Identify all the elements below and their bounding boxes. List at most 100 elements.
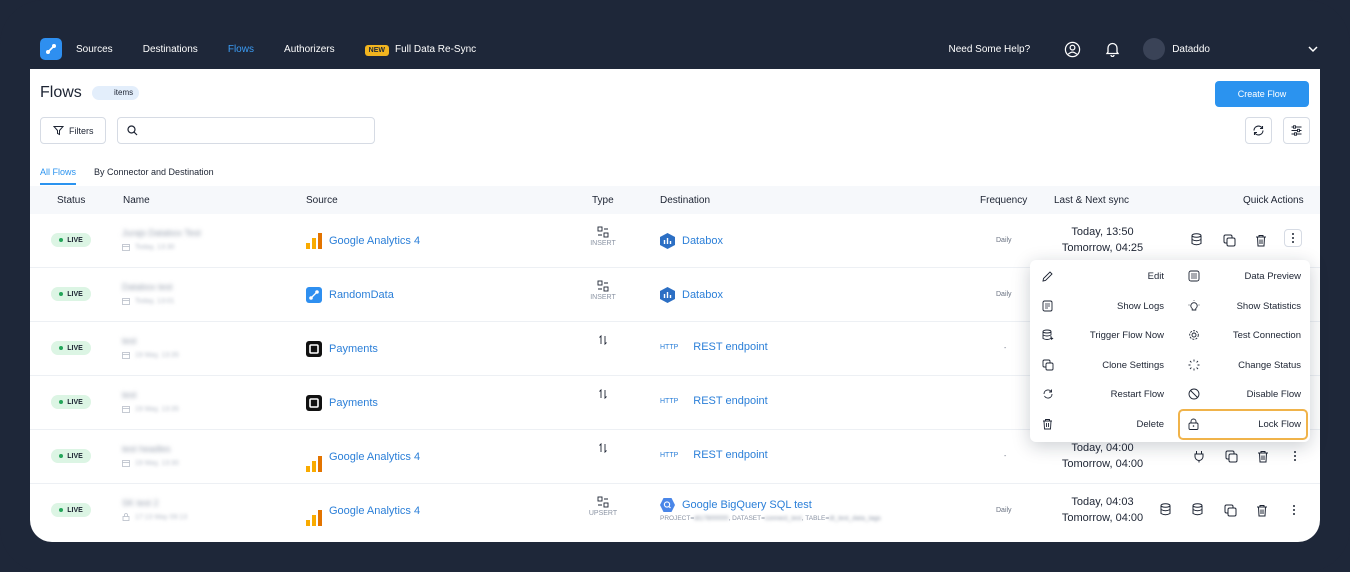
search-input[interactable] xyxy=(117,117,375,144)
data-preview-icon[interactable] xyxy=(1189,501,1207,519)
view-tabs: All Flows By Connector and Destination xyxy=(40,167,214,185)
main-nav: Sources Destinations Flows Authorizers N… xyxy=(76,43,503,56)
type-cell xyxy=(583,388,623,402)
sync-times: Today, 04:00 Tomorrow, 04:00 xyxy=(1061,442,1144,470)
table-settings-button[interactable] xyxy=(1283,117,1310,144)
status-badge: LIVE xyxy=(51,341,91,355)
flow-name[interactable]: Databox test xyxy=(122,282,173,292)
filter-icon xyxy=(53,126,64,136)
nav-full-data-resync[interactable]: NEW Full Data Re-Sync xyxy=(364,44,476,56)
source-link[interactable]: Google Analytics 4 xyxy=(306,496,420,526)
trash-icon[interactable] xyxy=(1254,447,1272,465)
plug-icon[interactable] xyxy=(1190,447,1208,465)
kebab-icon[interactable] xyxy=(1286,447,1304,465)
destination-details: PROJECT=dt17800000, DATASET=connect_test… xyxy=(660,515,881,522)
flow-name[interactable]: test headles xyxy=(122,444,171,454)
destination-link[interactable]: Databox xyxy=(660,233,723,249)
nav-authorizers[interactable]: Authorizers xyxy=(284,44,335,55)
calendar-icon xyxy=(122,298,130,305)
insert-icon xyxy=(597,226,609,238)
clone-icon[interactable] xyxy=(1220,231,1238,249)
flow-date: 17:13 May 09:13 xyxy=(122,513,187,521)
destination-link[interactable]: HTTP REST endpoint xyxy=(660,449,768,461)
source-link[interactable]: RandomData xyxy=(306,287,394,303)
destination-link[interactable]: HTTP REST endpoint xyxy=(660,395,768,407)
tab-all-flows[interactable]: All Flows xyxy=(40,167,77,185)
trash-icon[interactable] xyxy=(1253,501,1271,519)
menu-data-preview[interactable]: Data Preview xyxy=(1188,262,1301,290)
menu-lock-flow[interactable]: Lock Flow xyxy=(1188,410,1301,438)
menu-disable-flow[interactable]: Disable Flow xyxy=(1188,380,1301,408)
menu-show-statistics[interactable]: Show Statistics xyxy=(1188,292,1301,320)
col-name[interactable]: Name xyxy=(123,195,150,206)
menu-show-logs[interactable]: Show Logs xyxy=(1042,292,1164,320)
quick-actions xyxy=(1190,447,1304,465)
clone-icon[interactable] xyxy=(1221,501,1239,519)
data-preview-icon[interactable] xyxy=(1188,231,1206,249)
randomdata-icon xyxy=(306,287,322,303)
flow-name[interactable]: test xyxy=(122,390,137,400)
col-status[interactable]: Status xyxy=(57,195,85,206)
type-cell xyxy=(583,334,623,348)
menu-test-connection[interactable]: Test Connection xyxy=(1188,321,1301,349)
nav-sources[interactable]: Sources xyxy=(76,44,113,55)
app-logo-icon[interactable] xyxy=(40,38,62,60)
clone-icon[interactable] xyxy=(1222,447,1240,465)
col-frequency[interactable]: Frequency xyxy=(980,195,1027,206)
trash-icon[interactable] xyxy=(1252,231,1270,249)
bell-icon[interactable] xyxy=(1103,40,1121,58)
frequency: Daily xyxy=(996,291,1012,298)
lock-icon xyxy=(1188,418,1199,430)
tab-by-connector[interactable]: By Connector and Destination xyxy=(94,167,214,185)
menu-restart-flow[interactable]: Restart Flow xyxy=(1042,380,1164,408)
table-row[interactable]: LIVE SK test 2 17:13 May 09:13 Google An… xyxy=(30,484,1320,538)
flow-name[interactable]: Jurajs Databox Test xyxy=(122,228,201,238)
col-destination[interactable]: Destination xyxy=(660,195,710,206)
trigger-flow-icon[interactable] xyxy=(1157,501,1175,519)
account-icon[interactable] xyxy=(1063,40,1081,58)
filters-button[interactable]: Filters xyxy=(40,117,106,144)
destination-link[interactable]: Google BigQuery SQL test xyxy=(660,498,812,512)
calendar-icon xyxy=(122,406,130,413)
menu-trigger-flow-now[interactable]: Trigger Flow Now xyxy=(1042,321,1164,349)
source-link[interactable]: Google Analytics 4 xyxy=(306,442,420,472)
frequency: - xyxy=(1004,345,1007,352)
col-last-next-sync[interactable]: Last & Next sync xyxy=(1054,195,1129,206)
menu-edit[interactable]: Edit xyxy=(1042,262,1164,290)
calendar-icon xyxy=(122,460,130,467)
source-link[interactable]: Payments xyxy=(306,341,378,357)
col-type[interactable]: Type xyxy=(592,195,614,206)
flow-name[interactable]: test xyxy=(122,336,137,346)
status-badge: LIVE xyxy=(51,449,91,463)
create-flow-button[interactable]: Create Flow xyxy=(1215,81,1309,107)
user-avatar[interactable] xyxy=(1143,38,1166,60)
nav-destinations[interactable]: Destinations xyxy=(143,44,198,55)
nav-flows[interactable]: Flows xyxy=(228,44,254,55)
http-icon: HTTP xyxy=(660,451,679,459)
source-link[interactable]: Payments xyxy=(306,395,378,411)
refresh-button[interactable] xyxy=(1245,117,1272,144)
flow-name[interactable]: SK test 2 xyxy=(122,498,159,508)
menu-change-status[interactable]: Change Status xyxy=(1188,351,1301,379)
menu-delete[interactable]: Delete xyxy=(1042,410,1164,438)
databox-icon xyxy=(660,233,675,249)
col-source[interactable]: Source xyxy=(306,195,338,206)
ga4-icon xyxy=(306,233,322,249)
menu-clone-settings[interactable]: Clone Settings xyxy=(1042,351,1164,379)
status-badge: LIVE xyxy=(51,233,91,247)
destination-link[interactable]: HTTP REST endpoint xyxy=(660,341,768,353)
kebab-icon[interactable] xyxy=(1285,501,1303,519)
chevron-down-icon[interactable] xyxy=(1306,42,1320,56)
help-link[interactable]: Need Some Help? xyxy=(948,44,1030,55)
upsert-icon xyxy=(597,496,609,508)
http-icon: HTTP xyxy=(660,343,679,351)
filters-label: Filters xyxy=(69,125,94,136)
source-link[interactable]: Google Analytics 4 xyxy=(306,233,420,249)
databox-icon xyxy=(660,287,675,303)
user-name[interactable]: Dataddo xyxy=(1172,44,1210,55)
destination-link[interactable]: Databox xyxy=(660,287,723,303)
search-icon xyxy=(127,125,138,136)
sort-arrows-icon xyxy=(599,388,607,400)
lock-small-icon xyxy=(122,513,130,521)
more-actions-button[interactable] xyxy=(1284,228,1302,247)
